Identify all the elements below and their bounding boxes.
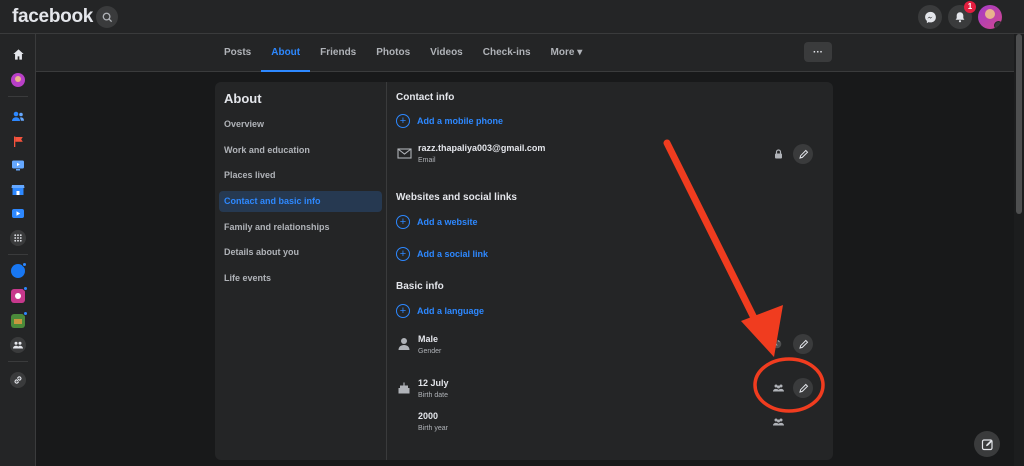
- about-nav-overview[interactable]: Overview: [219, 114, 382, 135]
- add-social-link-label: Add a social link: [417, 249, 489, 259]
- more-options-button[interactable]: ···: [804, 42, 832, 62]
- tab-check-ins[interactable]: Check-ins: [473, 34, 541, 72]
- add-website-link[interactable]: + Add a website: [396, 215, 478, 229]
- tab-videos[interactable]: Videos: [420, 34, 473, 72]
- about-title: About: [224, 91, 262, 106]
- add-language-label: Add a language: [417, 306, 485, 316]
- rail-divider: [8, 254, 28, 255]
- edit-birth-date-button[interactable]: [793, 378, 813, 398]
- pencil-icon: [798, 149, 808, 159]
- gender-row: Male Gender: [396, 334, 816, 364]
- tab-friends[interactable]: Friends: [310, 34, 366, 72]
- watch-icon[interactable]: [10, 157, 26, 173]
- rail-divider: [8, 361, 28, 362]
- messenger-icon: [924, 11, 936, 23]
- birth-year-label: Birth year: [418, 425, 448, 432]
- gender-value: Male: [418, 334, 439, 344]
- about-nav-work-education[interactable]: Work and education: [219, 140, 382, 161]
- plus-icon: +: [396, 304, 410, 318]
- bell-icon: [955, 12, 965, 23]
- tab-posts[interactable]: Posts: [214, 34, 261, 72]
- plus-icon: +: [396, 247, 410, 261]
- about-nav-life-events[interactable]: Life events: [219, 268, 382, 289]
- birthday-cake-icon: [396, 380, 412, 396]
- about-card: About Overview Work and education Places…: [215, 82, 833, 460]
- birth-year-row: 2000 Birth year: [396, 411, 816, 441]
- tab-more[interactable]: More ▾: [541, 34, 593, 72]
- about-nav-details-about-you[interactable]: Details about you: [219, 242, 382, 263]
- websites-heading: Websites and social links: [396, 192, 517, 203]
- app-shortcut-icon[interactable]: [10, 286, 28, 304]
- globe-icon[interactable]: [771, 338, 783, 350]
- basic-info-heading: Basic info: [396, 281, 444, 292]
- friends-audience-icon[interactable]: [772, 382, 784, 394]
- link-icon[interactable]: [10, 372, 26, 388]
- notification-count-badge: 1: [964, 1, 976, 13]
- new-message-button[interactable]: [974, 431, 1000, 457]
- plus-icon: +: [396, 215, 410, 229]
- friends-audience-icon[interactable]: [772, 416, 784, 428]
- edit-gender-button[interactable]: [793, 334, 813, 354]
- pencil-icon: [798, 383, 808, 393]
- birth-date-row: 12 July Birth date: [396, 378, 816, 408]
- about-sidebar: About Overview Work and education Places…: [215, 82, 387, 460]
- birth-date-label: Birth date: [418, 392, 448, 399]
- plus-icon: +: [396, 114, 410, 128]
- rail-divider: [8, 96, 28, 97]
- lock-icon[interactable]: [772, 148, 784, 160]
- group-shortcut-icon[interactable]: [10, 262, 27, 279]
- tab-about[interactable]: About: [261, 34, 311, 72]
- video-icon[interactable]: [10, 205, 26, 221]
- page-scrollbar[interactable]: [1014, 34, 1024, 466]
- edit-email-button[interactable]: [793, 144, 813, 164]
- add-social-link-link[interactable]: + Add a social link: [396, 247, 488, 261]
- gender-label: Gender: [418, 348, 442, 355]
- envelope-icon: [396, 145, 412, 161]
- left-shortcut-rail: [0, 34, 36, 466]
- groups-icon[interactable]: [10, 337, 26, 353]
- pencil-icon: [798, 339, 808, 349]
- email-value: razz.thapaliya003@gmail.com: [418, 143, 546, 153]
- add-mobile-phone-label: Add a mobile phone: [417, 116, 504, 126]
- add-mobile-phone-link[interactable]: + Add a mobile phone: [396, 114, 503, 128]
- scrollbar-thumb[interactable]: [1016, 34, 1022, 214]
- person-icon: [396, 336, 412, 352]
- birth-year-value: 2000: [418, 411, 439, 421]
- add-language-link[interactable]: + Add a language: [396, 304, 484, 318]
- profile-shortcut-icon[interactable]: [10, 72, 26, 88]
- friends-icon[interactable]: [10, 108, 26, 124]
- about-nav-places-lived[interactable]: Places lived: [219, 165, 382, 186]
- notifications-button[interactable]: 1: [948, 1, 976, 29]
- birth-date-value: 12 July: [418, 378, 449, 388]
- profile-avatar[interactable]: [978, 5, 1002, 29]
- email-row: razz.thapaliya003@gmail.com Email: [396, 143, 816, 173]
- search-button[interactable]: [96, 6, 118, 28]
- menu-grid-icon[interactable]: [10, 230, 26, 246]
- about-nav-contact-basic-info[interactable]: Contact and basic info: [219, 191, 382, 212]
- top-navigation-bar: facebook 1: [0, 0, 1024, 34]
- facebook-logo[interactable]: facebook: [12, 6, 93, 28]
- home-icon[interactable]: [10, 46, 26, 62]
- game-shortcut-icon[interactable]: [10, 311, 28, 329]
- account-menu-dot[interactable]: [994, 21, 1002, 29]
- pages-flag-icon[interactable]: [10, 133, 26, 149]
- tab-photos[interactable]: Photos: [366, 34, 420, 72]
- compose-icon: [981, 438, 993, 450]
- profile-tab-bar: Posts About Friends Photos Videos Check-…: [36, 34, 1014, 72]
- search-icon: [102, 12, 112, 22]
- email-label: Email: [418, 157, 436, 164]
- about-nav-family-relationships[interactable]: Family and relationships: [219, 217, 382, 238]
- add-website-label: Add a website: [417, 217, 478, 227]
- marketplace-icon[interactable]: [10, 181, 26, 197]
- messenger-button[interactable]: [918, 5, 942, 29]
- contact-info-heading: Contact info: [396, 92, 455, 103]
